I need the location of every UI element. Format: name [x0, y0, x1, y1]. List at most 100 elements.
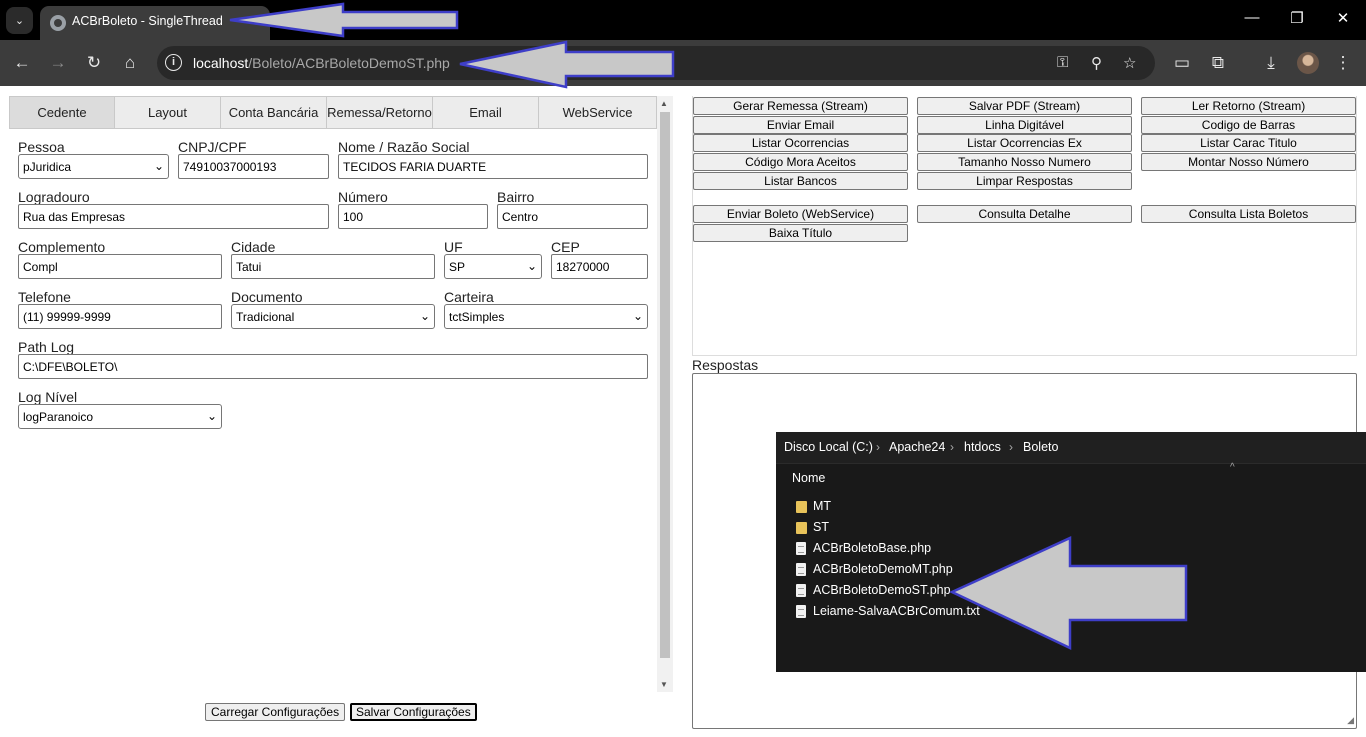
- list-item[interactable]: MT: [796, 498, 1096, 516]
- tab-cedente[interactable]: Cedente: [9, 96, 115, 129]
- config-tabs: Cedente Layout Conta Bancária Remessa/Re…: [9, 96, 657, 129]
- address-url[interactable]: localhost/Boleto/ACBrBoletoDemoST.php: [193, 55, 450, 71]
- load-config-button[interactable]: Carregar Configurações: [205, 703, 346, 721]
- chevron-right-icon: ›: [1009, 440, 1013, 454]
- scroll-down-icon[interactable]: ▼: [660, 680, 668, 689]
- pessoa-value: pJuridica: [23, 160, 72, 174]
- breadcrumb-disco-local[interactable]: Disco Local (C:): [784, 440, 873, 454]
- nome-input[interactable]: TECIDOS FARIA DUARTE: [338, 154, 648, 179]
- file-icon: [796, 542, 806, 555]
- close-icon[interactable]: ✕: [1333, 9, 1353, 27]
- log-nivel-label: Log Nível: [18, 389, 78, 405]
- ler-retorno-button[interactable]: Ler Retorno (Stream): [1141, 97, 1356, 115]
- consulta-detalhe-button[interactable]: Consulta Detalhe: [917, 205, 1132, 223]
- listar-carac-titulo-button[interactable]: Listar Carac Titulo: [1141, 134, 1356, 152]
- tab-remessa-retorno[interactable]: Remessa/Retorno: [327, 96, 433, 129]
- column-header-nome[interactable]: Nome: [792, 471, 825, 485]
- key-icon[interactable]: ⚿: [1057, 54, 1068, 71]
- browser-tab-active[interactable]: ACBrBoleto - SingleThread: [40, 6, 270, 40]
- list-item[interactable]: ST: [796, 519, 1096, 537]
- url-host: localhost: [193, 55, 249, 71]
- list-item[interactable]: Leiame-SalvaACBrComum.txt: [796, 603, 1096, 621]
- item-name: Leiame-SalvaACBrComum.txt: [813, 604, 980, 618]
- download-icon[interactable]: ⤓: [1260, 53, 1282, 73]
- url-path: /Boleto/ACBrBoletoDemoST.php: [248, 55, 450, 71]
- consulta-lista-boletos-button[interactable]: Consulta Lista Boletos: [1141, 205, 1356, 223]
- profile-avatar[interactable]: [1297, 52, 1319, 74]
- carteira-select[interactable]: tctSimples ⌄: [444, 304, 648, 329]
- list-item[interactable]: ACBrBoletoBase.php: [796, 540, 1096, 558]
- scrollbar-thumb[interactable]: [660, 112, 670, 658]
- config-scrollbar[interactable]: ▲ ▼: [657, 96, 673, 692]
- save-config-button[interactable]: Salvar Configurações: [350, 703, 477, 721]
- zoom-icon[interactable]: ⚲: [1091, 54, 1102, 72]
- logradouro-label: Logradouro: [18, 189, 90, 205]
- back-arrow-icon[interactable]: ←: [11, 53, 33, 73]
- complemento-input[interactable]: Compl: [18, 254, 222, 279]
- list-item[interactable]: ACBrBoletoDemoMT.php: [796, 561, 1096, 579]
- uf-select[interactable]: SP ⌄: [444, 254, 542, 279]
- path-log-input[interactable]: C:\DFE\BOLETO\: [18, 354, 648, 379]
- pessoa-label: Pessoa: [18, 139, 65, 155]
- documento-value: Tradicional: [236, 310, 295, 324]
- scroll-up-icon[interactable]: ▲: [660, 99, 668, 108]
- enviar-boleto-webservice-button[interactable]: Enviar Boleto (WebService): [693, 205, 908, 223]
- tab-conta-bancaria[interactable]: Conta Bancária: [221, 96, 327, 129]
- logradouro-input[interactable]: Rua das Empresas: [18, 204, 329, 229]
- documento-select[interactable]: Tradicional ⌄: [231, 304, 435, 329]
- cep-input[interactable]: 18270000: [551, 254, 648, 279]
- listar-ocorrencias-button[interactable]: Listar Ocorrencias: [693, 134, 908, 152]
- breadcrumb-apache24[interactable]: Apache24: [889, 440, 945, 454]
- tab-email[interactable]: Email: [433, 96, 539, 129]
- gerar-remessa-button[interactable]: Gerar Remessa (Stream): [693, 97, 908, 115]
- enviar-email-button[interactable]: Enviar Email: [693, 116, 908, 134]
- numero-label: Número: [338, 189, 388, 205]
- forward-arrow-icon[interactable]: →: [47, 53, 69, 73]
- site-info-icon[interactable]: i: [165, 54, 182, 71]
- bairro-input[interactable]: Centro: [497, 204, 648, 229]
- browser-toolbar: ← → ↻ ⌂ i localhost/Boleto/ACBrBoletoDem…: [0, 40, 1366, 86]
- home-icon[interactable]: ⌂: [119, 53, 141, 73]
- maximize-icon[interactable]: ❐: [1287, 9, 1307, 27]
- item-name: ACBrBoletoDemoST.php: [813, 583, 951, 597]
- list-item[interactable]: ACBrBoletoDemoST.php: [796, 582, 1096, 600]
- codigo-barras-button[interactable]: Codigo de Barras: [1141, 116, 1356, 134]
- limpar-respostas-button[interactable]: Limpar Respostas: [917, 172, 1132, 190]
- cnpj-input[interactable]: 74910037000193: [178, 154, 329, 179]
- pessoa-select[interactable]: pJuridica ⌄: [18, 154, 169, 179]
- new-tab-button[interactable]: +: [282, 9, 293, 29]
- montar-nosso-numero-button[interactable]: Montar Nosso Número: [1141, 153, 1356, 171]
- cast-icon[interactable]: ▭: [1171, 53, 1193, 73]
- tab-webservice[interactable]: WebService: [539, 96, 657, 129]
- breadcrumb-htdocs[interactable]: htdocs: [964, 440, 1001, 454]
- extensions-icon[interactable]: ⧉: [1207, 53, 1229, 73]
- listar-ocorrencias-ex-button[interactable]: Listar Ocorrencias Ex: [917, 134, 1132, 152]
- numero-input[interactable]: 100: [338, 204, 488, 229]
- listar-bancos-button[interactable]: Listar Bancos: [693, 172, 908, 190]
- salvar-pdf-button[interactable]: Salvar PDF (Stream): [917, 97, 1132, 115]
- linha-digitavel-button[interactable]: Linha Digitável: [917, 116, 1132, 134]
- breadcrumb-boleto[interactable]: Boleto: [1023, 440, 1058, 454]
- tab-search-button[interactable]: ⌄: [6, 7, 33, 34]
- explorer-breadcrumb: Disco Local (C:) › Apache24 › htdocs › B…: [776, 432, 1366, 464]
- minimize-icon[interactable]: —: [1242, 9, 1262, 26]
- folder-icon: [796, 501, 807, 513]
- star-icon[interactable]: ☆: [1123, 54, 1136, 72]
- config-panel: Cedente Layout Conta Bancária Remessa/Re…: [9, 96, 657, 692]
- address-bar[interactable]: i localhost/Boleto/ACBrBoletoDemoST.php …: [157, 46, 1155, 80]
- chevron-down-icon: ⌄: [632, 309, 643, 323]
- tab-layout[interactable]: Layout: [115, 96, 221, 129]
- file-icon: [796, 584, 806, 597]
- menu-icon[interactable]: ⋮: [1332, 53, 1354, 73]
- cnpj-label: CNPJ/CPF: [178, 139, 247, 155]
- resize-handle-icon[interactable]: ◢: [1347, 715, 1354, 726]
- log-nivel-select[interactable]: logParanoico ⌄: [18, 404, 222, 429]
- reload-icon[interactable]: ↻: [83, 53, 105, 73]
- cidade-input[interactable]: Tatui: [231, 254, 435, 279]
- item-name: MT: [813, 499, 832, 513]
- globe-icon: [50, 15, 66, 31]
- codigo-mora-button[interactable]: Código Mora Aceitos: [693, 153, 908, 171]
- baixa-titulo-button[interactable]: Baixa Título: [693, 224, 908, 242]
- telefone-input[interactable]: (11) 99999-9999: [18, 304, 222, 329]
- tamanho-nosso-numero-button[interactable]: Tamanho Nosso Numero: [917, 153, 1132, 171]
